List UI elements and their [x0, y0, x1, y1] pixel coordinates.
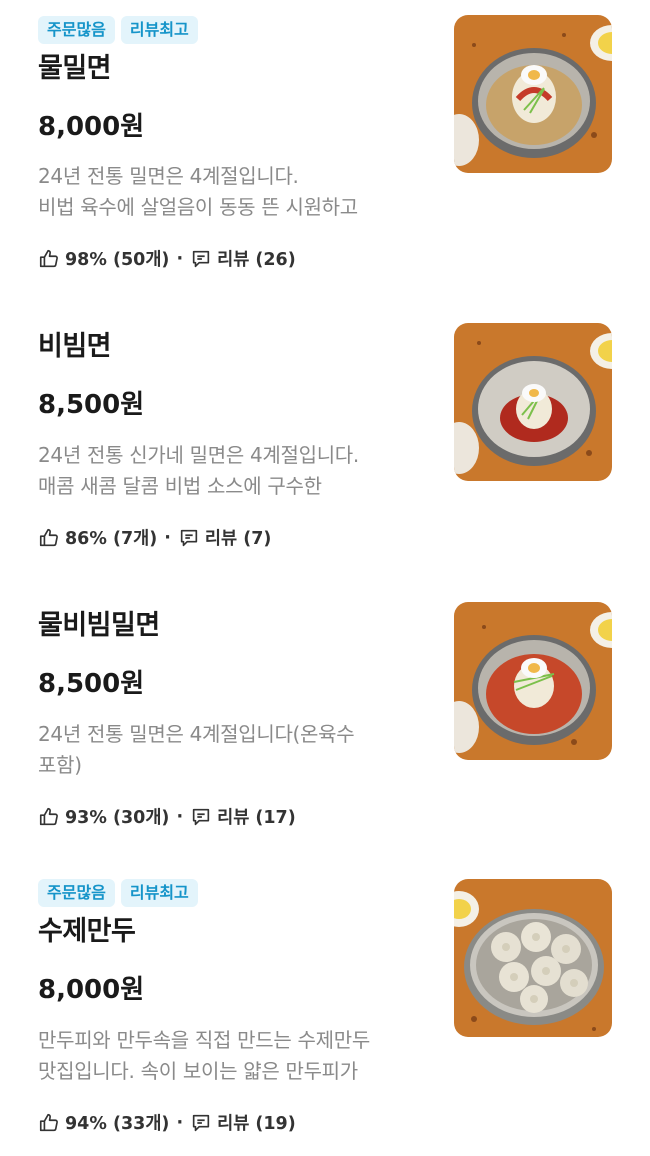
desc-line: 포함): [38, 753, 82, 777]
like-rate: 86% (7개): [65, 529, 158, 549]
menu-name: 물비빔밀면: [38, 610, 160, 641]
menu-item-handmade-mandu[interactable]: 주문많음 리뷰최고 수제만두 8,000원 만두피와 만두속을 직접 만드는 수…: [0, 0, 650, 1134]
menu-description: 24년 전통 신가네 밀면은 4계절입니다. 매콤 새콤 달콤 비법 소스에 구…: [38, 440, 418, 502]
thumbs-up-icon: [39, 1113, 58, 1131]
menu-meta: 93% (30개) · 리뷰 (17): [38, 804, 296, 829]
menu-price: 8,000원: [38, 975, 145, 1005]
food-photo: [454, 602, 612, 760]
menu-name: 비빔면: [38, 331, 112, 362]
review-icon: [180, 529, 198, 546]
thumbs-up-icon: [39, 807, 58, 825]
thumbs-up-icon: [39, 528, 58, 546]
like-rate: 93% (30개): [65, 808, 170, 828]
desc-line: 24년 전통 밀면은 4계절입니다(온육수: [38, 722, 355, 746]
handmade-mandu-photo[interactable]: [454, 879, 612, 1037]
review-count: 리뷰 (19): [217, 1114, 296, 1134]
desc-line: 24년 전통 신가네 밀면은 4계절입니다.: [38, 443, 359, 467]
menu-price: 8,500원: [38, 669, 145, 699]
food-photo: [454, 879, 612, 1037]
badge-best-review: 리뷰최고: [120, 879, 198, 907]
food-photo: [454, 323, 612, 481]
menu-description: 만두피와 만두속을 직접 만드는 수제만두 맛집입니다. 속이 보이는 얇은 만…: [38, 1025, 418, 1087]
review-count: 리뷰 (7): [204, 529, 272, 549]
menu-description: 24년 전통 밀면은 4계절입니다(온육수 포함): [38, 719, 418, 781]
review-icon: [192, 1114, 210, 1131]
mulbibim-milmyeon-photo[interactable]: [454, 602, 612, 760]
menu-meta: 86% (7개) · 리뷰 (7): [38, 525, 271, 550]
menu-price: 8,500원: [38, 390, 145, 420]
review-count: 리뷰 (17): [217, 808, 296, 828]
bibim-myeon-photo[interactable]: [454, 323, 612, 481]
desc-line: 매콤 새콤 달콤 비법 소스에 구수한: [38, 474, 322, 498]
desc-line: 만두피와 만두속을 직접 만드는 수제만두: [38, 1028, 370, 1052]
badge-group: 주문많음 리뷰최고: [38, 879, 198, 907]
review-icon: [192, 808, 210, 825]
like-rate: 94% (33개): [65, 1114, 170, 1134]
menu-meta: 94% (33개) · 리뷰 (19): [38, 1110, 296, 1135]
badge-popular: 주문많음: [38, 879, 115, 907]
menu-list: 주문많음 리뷰최고 물밀면 8,000원 24년 전통 밀면은 4계절입니다. …: [0, 0, 650, 1156]
desc-line: 맛집입니다. 속이 보이는 얇은 만두피가: [38, 1059, 358, 1083]
menu-name: 수제만두: [38, 916, 136, 947]
